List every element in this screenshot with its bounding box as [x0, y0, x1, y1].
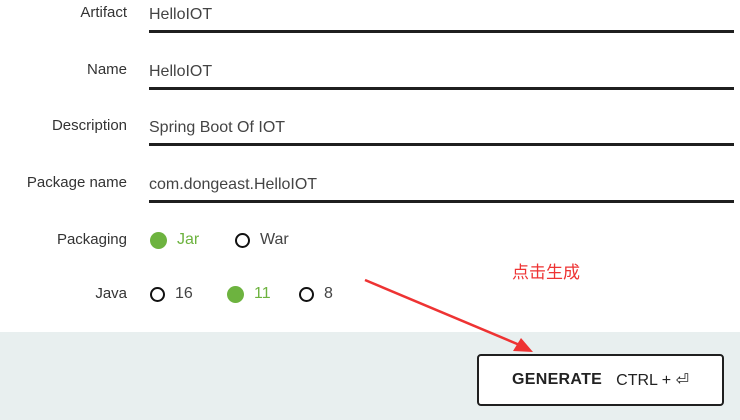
java-11-label: 11 [254, 285, 271, 302]
packaging-war-radio[interactable]: War [235, 231, 289, 249]
annotation-text: 点击生成 [512, 263, 580, 283]
description-label: Description [51, 117, 127, 134]
radio-checked-icon [227, 285, 244, 303]
java-11-radio[interactable]: 11 [227, 285, 271, 303]
name-input[interactable]: HelloIOT [149, 60, 734, 90]
packaging-jar-radio[interactable]: Jar [150, 231, 199, 249]
java-8-label: 8 [324, 285, 333, 302]
project-metadata-form: Artifact HelloIOT Name HelloIOT Descript… [0, 0, 740, 332]
generate-button-label: GENERATE [512, 371, 603, 388]
artifact-label: Artifact [80, 4, 127, 21]
package-name-label: Package name [26, 174, 127, 191]
radio-unchecked-icon [150, 286, 165, 302]
java-16-label: 16 [175, 285, 193, 302]
radio-unchecked-icon [235, 232, 250, 248]
radio-checked-icon [150, 231, 167, 249]
java-label: Java [95, 285, 127, 302]
java-8-radio[interactable]: 8 [299, 285, 333, 303]
packaging-label: Packaging [56, 231, 127, 248]
generate-button[interactable]: GENERATE CTRL + ⏎ [477, 354, 724, 406]
packaging-jar-label: Jar [177, 231, 200, 248]
artifact-input[interactable]: HelloIOT [149, 3, 734, 33]
packaging-war-label: War [260, 231, 289, 248]
radio-unchecked-icon [299, 286, 314, 302]
description-input[interactable]: Spring Boot Of IOT [149, 116, 734, 146]
name-label: Name [86, 61, 127, 78]
java-16-radio[interactable]: 16 [150, 285, 193, 303]
generate-shortcut-label: CTRL + ⏎ [616, 372, 689, 389]
package-name-input[interactable]: com.dongeast.HelloIOT [149, 173, 734, 203]
